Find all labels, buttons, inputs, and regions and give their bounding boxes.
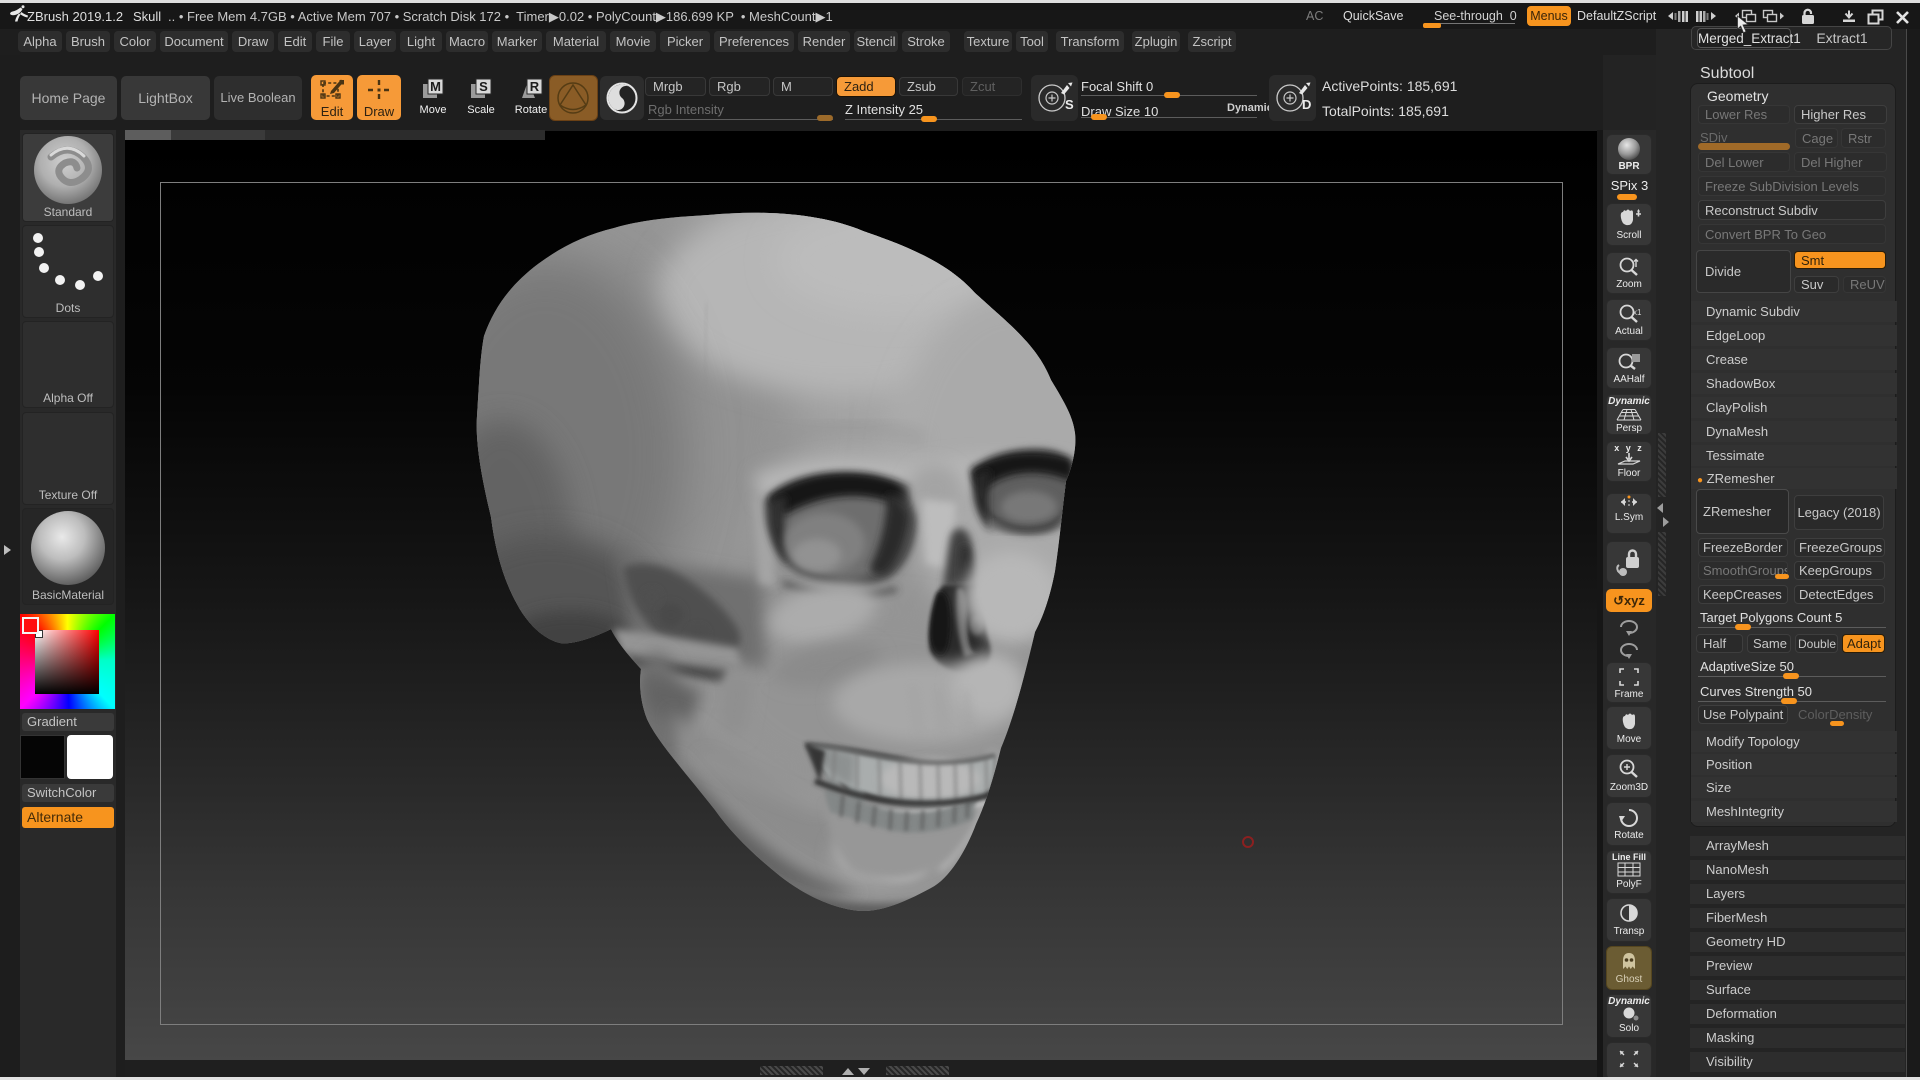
svg-text:S: S: [479, 79, 488, 94]
svg-text:R: R: [530, 79, 540, 94]
svg-text:x1: x1: [1633, 308, 1642, 317]
svg-text:S: S: [1065, 97, 1074, 112]
svg-text:M: M: [430, 79, 441, 94]
svg-text:D: D: [1302, 97, 1311, 112]
